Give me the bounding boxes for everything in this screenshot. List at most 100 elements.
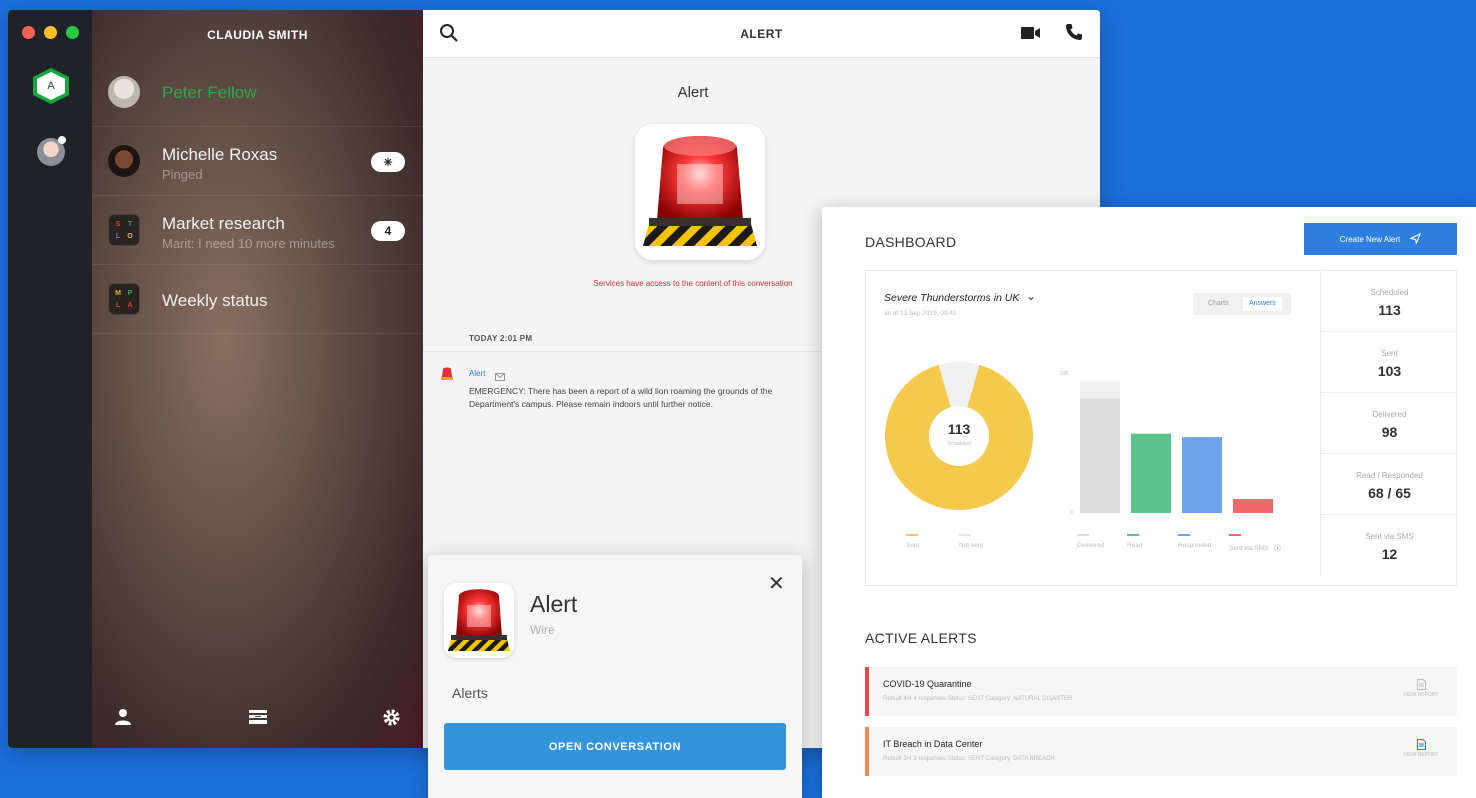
legend-label: Responded — [1178, 542, 1212, 549]
phone-call-icon[interactable] — [1065, 23, 1083, 46]
settings-gear-icon[interactable] — [382, 708, 401, 732]
dashboard-window: DASHBOARD Create New Alert Severe Thunde… — [822, 207, 1476, 798]
conversation-subtitle: Pinged — [162, 167, 203, 182]
bar-sent-via-sms — [1233, 499, 1273, 513]
view-report-link[interactable]: VIEW REPORT — [1401, 739, 1441, 758]
alert-row[interactable]: IT Breach in Data Center Rebuilt 3/4 3 r… — [865, 727, 1457, 776]
siren-icon — [444, 583, 514, 658]
close-window-button[interactable] — [22, 26, 35, 39]
conversation-name: Michelle Roxas — [162, 145, 278, 164]
group-avatar: M P L A — [108, 283, 140, 315]
tab-charts[interactable]: Charts — [1208, 300, 1229, 307]
workspace-initial: A — [37, 72, 65, 100]
legend-swatch — [906, 534, 918, 536]
donut-chart: 113 Scheduled — [884, 361, 1034, 511]
avatar-tile: L — [115, 301, 121, 309]
alert-meta: Rebuilt 3/4 3 responses Status: SENT Cat… — [883, 756, 1055, 762]
conversation-item[interactable]: Michelle Roxas Pinged ✳ — [92, 127, 423, 196]
legend-label: Sent — [906, 542, 920, 549]
stat-value: 68 / 65 — [1368, 485, 1411, 501]
popup-title: Alert — [530, 591, 578, 617]
message-sender[interactable]: Alert — [469, 369, 485, 378]
view-report-label: VIEW REPORT — [1403, 752, 1439, 758]
conversation-title: ALERT — [740, 27, 783, 41]
avatar-tile: O — [127, 232, 133, 240]
video-call-icon[interactable] — [1021, 26, 1041, 45]
stat-label: Read / Responded — [1356, 471, 1423, 480]
conversation-item[interactable]: S T L O Market research Marit: I need 10… — [92, 196, 423, 265]
bar-delivered — [1080, 398, 1120, 513]
event-panel: Severe Thunderstorms in UK as of 13 Sep … — [865, 270, 1457, 586]
info-icon[interactable]: ⓘ — [1274, 545, 1281, 552]
popup-subtitle: Wire — [530, 623, 555, 637]
stat-delivered: Delivered 98 — [1320, 393, 1457, 454]
status-dot — [58, 136, 66, 144]
view-toggle: Charts Answers — [1193, 293, 1291, 315]
alert-name: IT Breach in Data Center — [883, 739, 983, 749]
view-report-link[interactable]: VIEW REPORT — [1401, 679, 1441, 698]
minimize-window-button[interactable] — [44, 26, 57, 39]
dashboard-title: DASHBOARD — [865, 234, 957, 250]
stat-value: 113 — [1378, 302, 1401, 318]
bar-responded — [1182, 437, 1222, 513]
alert-row[interactable]: COVID-19 Quarantine Rebuilt 4/4 4 respon… — [865, 667, 1457, 716]
siren-icon — [635, 124, 765, 260]
group-avatar: S T L O — [108, 214, 140, 246]
legend-swatch — [1178, 534, 1190, 536]
unread-badge: 4 — [371, 221, 405, 241]
legend-swatch — [959, 534, 971, 536]
avatar-tile: P — [127, 289, 133, 297]
conversation-item[interactable]: Peter Fellow — [92, 58, 423, 127]
stat-sent: Sent 103 — [1320, 332, 1457, 393]
tab-answers[interactable]: Answers — [1243, 297, 1282, 311]
open-conversation-button[interactable]: OPEN CONVERSATION — [444, 723, 786, 770]
stat-value: 12 — [1381, 546, 1398, 562]
legend-label: Sent via SMS — [1229, 545, 1269, 552]
legend-delivered: Delivered — [1077, 534, 1105, 549]
document-icon — [1416, 679, 1426, 690]
ping-badge: ✳ — [371, 152, 405, 172]
bar-svg — [1080, 381, 1273, 513]
popup-section-label: Alerts — [452, 685, 488, 701]
contacts-icon[interactable] — [114, 708, 132, 731]
envelope-icon — [495, 368, 505, 386]
legend-label: Delivered — [1077, 542, 1105, 549]
chevron-down-icon[interactable]: ⌄ — [1026, 289, 1036, 303]
workspace-avatar[interactable]: A — [33, 68, 69, 104]
donut-center-value: 113 — [947, 421, 971, 437]
document-icon — [1416, 739, 1426, 750]
stat-label: Sent via SMS — [1365, 532, 1414, 541]
view-report-label: VIEW REPORT — [1403, 692, 1439, 698]
avatar-tile: T — [127, 220, 133, 228]
y-axis-tick-max: 100 — [1060, 371, 1069, 377]
send-icon — [1409, 232, 1422, 246]
donut-center-label: Scheduled — [947, 441, 971, 447]
legend-not-sent: Not sent — [959, 534, 983, 549]
conversation-item[interactable]: M P L A Weekly status — [92, 265, 423, 334]
archive-icon[interactable] — [248, 708, 268, 731]
legend-sent: Sent — [906, 534, 920, 549]
alert-popup: Alert Wire ✕ Alerts OPEN CONVERSATION — [428, 555, 802, 798]
close-icon[interactable]: ✕ — [768, 571, 785, 596]
avatar — [108, 145, 140, 177]
event-date: as of 13 Sep 2019, 09:41 — [884, 310, 957, 317]
stat-read-responded: Read / Responded 68 / 65 — [1320, 454, 1457, 515]
avatar-tile: M — [115, 289, 121, 297]
legend-swatch — [1127, 534, 1139, 536]
event-name: Severe Thunderstorms in UK — [884, 292, 1020, 304]
stat-value: 98 — [1381, 424, 1398, 440]
ping-icon: ✳ — [383, 156, 393, 169]
legend-read: Read — [1127, 534, 1143, 549]
legend-responded: Responded — [1178, 534, 1212, 549]
maximize-window-button[interactable] — [66, 26, 79, 39]
legend-swatch — [1229, 534, 1241, 536]
avatar-tile: S — [115, 220, 121, 228]
avatar-tile: A — [127, 301, 133, 309]
create-new-alert-button[interactable]: Create New Alert — [1304, 223, 1457, 255]
conversation-subtitle: Marit: I need 10 more minutes — [162, 236, 335, 251]
bar-read — [1131, 433, 1171, 513]
conversation-hero-title: Alert — [677, 84, 709, 101]
legend-sent-via-sms: Sent via SMS ⓘ — [1229, 534, 1281, 552]
stat-label: Sent — [1381, 349, 1398, 358]
avatar — [108, 76, 140, 108]
